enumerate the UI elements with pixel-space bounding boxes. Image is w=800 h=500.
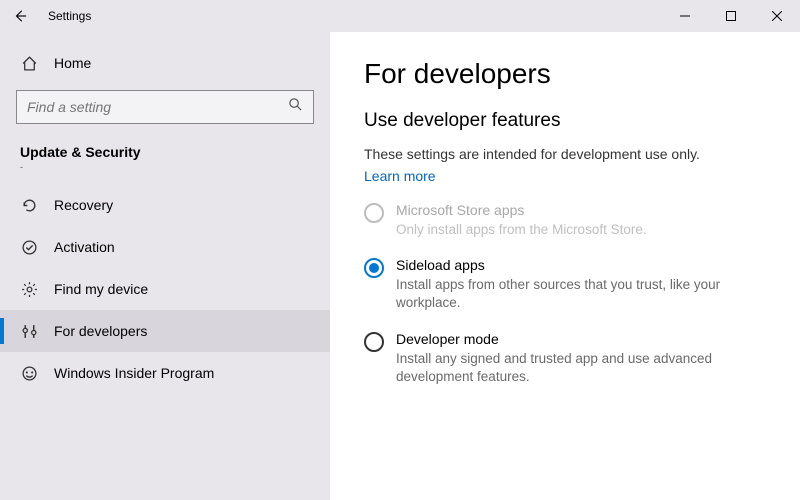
radio-option-sideload[interactable]: Sideload apps Install apps from other so…	[364, 257, 766, 312]
search-box[interactable]	[16, 90, 314, 124]
titlebar: Settings	[0, 0, 800, 32]
window-title: Settings	[48, 9, 91, 23]
sidebar: Home Update & Security - Recovery	[0, 32, 330, 500]
category-label: Update & Security	[0, 140, 330, 162]
page-title: For developers	[364, 58, 766, 90]
radio-desc: Install any signed and trusted app and u…	[396, 350, 766, 386]
close-button[interactable]	[754, 0, 800, 32]
radio-desc: Install apps from other sources that you…	[396, 276, 766, 312]
radio-option-microsoft-store: Microsoft Store apps Only install apps f…	[364, 202, 766, 239]
radio-label: Developer mode	[396, 331, 766, 347]
sidebar-item-label: Recovery	[54, 197, 113, 213]
for-developers-icon	[20, 322, 38, 340]
radio-option-developer-mode[interactable]: Developer mode Install any signed and tr…	[364, 331, 766, 386]
home-nav[interactable]: Home	[0, 44, 330, 82]
sidebar-item-label: Windows Insider Program	[54, 365, 214, 381]
sidebar-item-label: For developers	[54, 323, 147, 339]
radio-button[interactable]	[364, 258, 384, 278]
sidebar-item-recovery[interactable]: Recovery	[0, 184, 330, 226]
section-desc: These settings are intended for developm…	[364, 146, 766, 162]
developer-features-radio-group: Microsoft Store apps Only install apps f…	[364, 202, 766, 386]
learn-more-link[interactable]: Learn more	[364, 168, 436, 184]
category-sub: -	[0, 162, 330, 184]
radio-button[interactable]	[364, 332, 384, 352]
content-area: For developers Use developer features Th…	[330, 32, 800, 500]
radio-label: Microsoft Store apps	[396, 202, 647, 218]
radio-button	[364, 203, 384, 223]
sidebar-item-activation[interactable]: Activation	[0, 226, 330, 268]
sidebar-item-find-my-device[interactable]: Find my device	[0, 268, 330, 310]
home-label: Home	[54, 55, 91, 71]
section-title: Use developer features	[364, 110, 766, 132]
maximize-button[interactable]	[708, 0, 754, 32]
recovery-icon	[20, 196, 38, 214]
search-icon	[288, 97, 303, 117]
sidebar-item-label: Find my device	[54, 281, 148, 297]
back-button[interactable]	[8, 4, 32, 28]
activation-icon	[20, 238, 38, 256]
find-my-device-icon	[20, 280, 38, 298]
search-input[interactable]	[27, 99, 288, 115]
windows-insider-icon	[20, 364, 38, 382]
radio-label: Sideload apps	[396, 257, 766, 273]
sidebar-item-for-developers[interactable]: For developers	[0, 310, 330, 352]
minimize-button[interactable]	[662, 0, 708, 32]
sidebar-item-windows-insider[interactable]: Windows Insider Program	[0, 352, 330, 394]
radio-desc: Only install apps from the Microsoft Sto…	[396, 221, 647, 239]
sidebar-item-label: Activation	[54, 239, 115, 255]
home-icon	[20, 54, 38, 72]
